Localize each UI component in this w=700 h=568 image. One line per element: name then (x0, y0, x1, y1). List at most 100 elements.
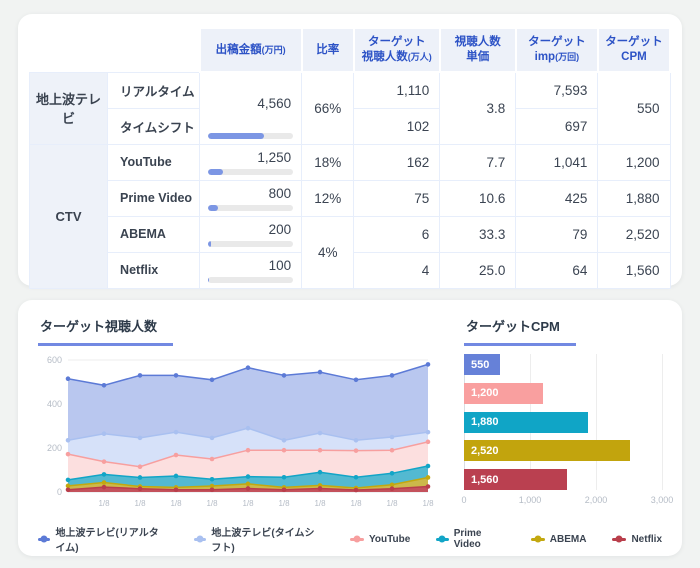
spend-youtube-bar (208, 169, 293, 175)
spend-terrestrial-bar (208, 133, 293, 139)
chart-legend: 地上波テレビ(リアルタイム) 地上波テレビ(タイムシフト) YouTube Prime… (38, 524, 662, 554)
unit-price-netflix: 25.0 (440, 252, 516, 288)
data-point[interactable] (66, 438, 71, 443)
data-point[interactable] (174, 453, 179, 458)
data-point[interactable] (282, 373, 287, 378)
legend-label: Netflix (631, 534, 662, 545)
data-point[interactable] (390, 448, 395, 453)
data-point[interactable] (210, 457, 215, 462)
target-cpm-chart-section: ターゲットCPM 5501,2001,8802,5201,560 01,0002… (464, 316, 662, 514)
bar-x-tick: 2,000 (585, 495, 608, 505)
data-point[interactable] (174, 488, 179, 493)
data-point[interactable] (210, 436, 215, 441)
data-point[interactable] (102, 459, 107, 464)
data-point[interactable] (426, 475, 431, 480)
data-point[interactable] (282, 448, 287, 453)
data-point[interactable] (138, 373, 143, 378)
data-point[interactable] (210, 477, 215, 482)
cpm-bar-3[interactable]: 2,520 (464, 440, 630, 461)
data-point[interactable] (210, 378, 215, 383)
data-point[interactable] (174, 474, 179, 479)
spend-netflix-bar-fill (208, 277, 209, 283)
data-point[interactable] (246, 486, 251, 491)
data-point[interactable] (354, 488, 359, 493)
data-point[interactable] (66, 452, 71, 457)
data-point[interactable] (246, 482, 251, 487)
table-header-row: 出稿金額(万円) 比率 ターゲット 視聴人数(万人) 視聴人数 単価 ターゲット… (30, 28, 671, 72)
data-point[interactable] (174, 430, 179, 435)
data-point[interactable] (102, 383, 107, 388)
legend-item-1[interactable]: 地上波テレビ(タイムシフト) (194, 524, 324, 554)
data-point[interactable] (282, 475, 287, 480)
data-point[interactable] (102, 485, 107, 490)
data-point[interactable] (426, 484, 431, 489)
data-point[interactable] (426, 440, 431, 445)
data-point[interactable] (282, 488, 287, 493)
data-point[interactable] (246, 474, 251, 479)
legend-item-4[interactable]: ABEMA (531, 534, 587, 545)
cpm-bar-2[interactable]: 1,880 (464, 412, 588, 433)
data-point[interactable] (138, 475, 143, 480)
data-point[interactable] (390, 471, 395, 476)
cpm-primevideo: 1,880 (598, 180, 670, 216)
bar-value-label: 1,560 (464, 474, 499, 486)
data-point[interactable] (390, 373, 395, 378)
data-point[interactable] (426, 362, 431, 367)
data-point[interactable] (66, 376, 71, 381)
cpm-bar-0[interactable]: 550 (464, 354, 500, 375)
data-point[interactable] (138, 436, 143, 441)
cpm-bar-4[interactable]: 1,560 (464, 469, 567, 490)
legend-marker-icon (194, 538, 206, 541)
x-tick-label: 1/8 (422, 499, 434, 508)
data-point[interactable] (390, 435, 395, 440)
data-point[interactable] (318, 370, 323, 375)
cpm-bar-1[interactable]: 1,200 (464, 383, 543, 404)
legend-item-3[interactable]: Prime Video (436, 528, 505, 550)
ratio-youtube: 18% (302, 144, 354, 180)
data-point[interactable] (282, 438, 287, 443)
data-point[interactable] (318, 470, 323, 475)
x-tick-label: 1/8 (170, 499, 182, 508)
data-point[interactable] (246, 448, 251, 453)
data-point[interactable] (246, 426, 251, 431)
data-point[interactable] (102, 480, 107, 485)
legend-marker-icon (531, 538, 545, 541)
data-point[interactable] (66, 478, 71, 483)
data-point[interactable] (66, 488, 71, 493)
spend-youtube-bar-fill (208, 169, 223, 175)
data-point[interactable] (354, 378, 359, 383)
data-point[interactable] (354, 475, 359, 480)
spend-netflix-bar (208, 277, 293, 283)
data-point[interactable] (390, 486, 395, 491)
data-point[interactable] (102, 472, 107, 477)
header-imp-line2: imp (535, 51, 555, 63)
data-point[interactable] (426, 464, 431, 469)
data-point[interactable] (318, 448, 323, 453)
data-point[interactable] (426, 430, 431, 435)
legend-item-5[interactable]: Netflix (612, 534, 662, 545)
data-point[interactable] (318, 431, 323, 436)
data-point[interactable] (354, 448, 359, 453)
y-tick-label: 600 (47, 355, 62, 365)
legend-marker-icon (38, 538, 50, 541)
data-point[interactable] (354, 438, 359, 443)
legend-item-0[interactable]: 地上波テレビ(リアルタイム) (38, 524, 168, 554)
data-point[interactable] (390, 482, 395, 487)
data-point[interactable] (174, 373, 179, 378)
data-point[interactable] (138, 464, 143, 469)
channel-abema: ABEMA (108, 216, 200, 252)
data-point[interactable] (210, 488, 215, 493)
viewers-chart-title: ターゲット視聴人数 (38, 316, 436, 346)
data-point[interactable] (246, 365, 251, 370)
data-point[interactable] (138, 486, 143, 491)
data-point[interactable] (102, 431, 107, 436)
header-imp-unit: (万回) (555, 52, 579, 62)
legend-marker-icon (612, 538, 626, 541)
table-row-youtube: CTV YouTube 1,250 18% 162 7.7 1,041 1,20… (30, 144, 671, 180)
header-spend-text: 出稿金額 (216, 44, 262, 56)
spend-youtube-cell: 1,250 (200, 144, 302, 180)
data-point[interactable] (66, 484, 71, 489)
viewers-abema: 6 (354, 216, 440, 252)
data-point[interactable] (318, 486, 323, 491)
legend-item-2[interactable]: YouTube (350, 534, 410, 545)
